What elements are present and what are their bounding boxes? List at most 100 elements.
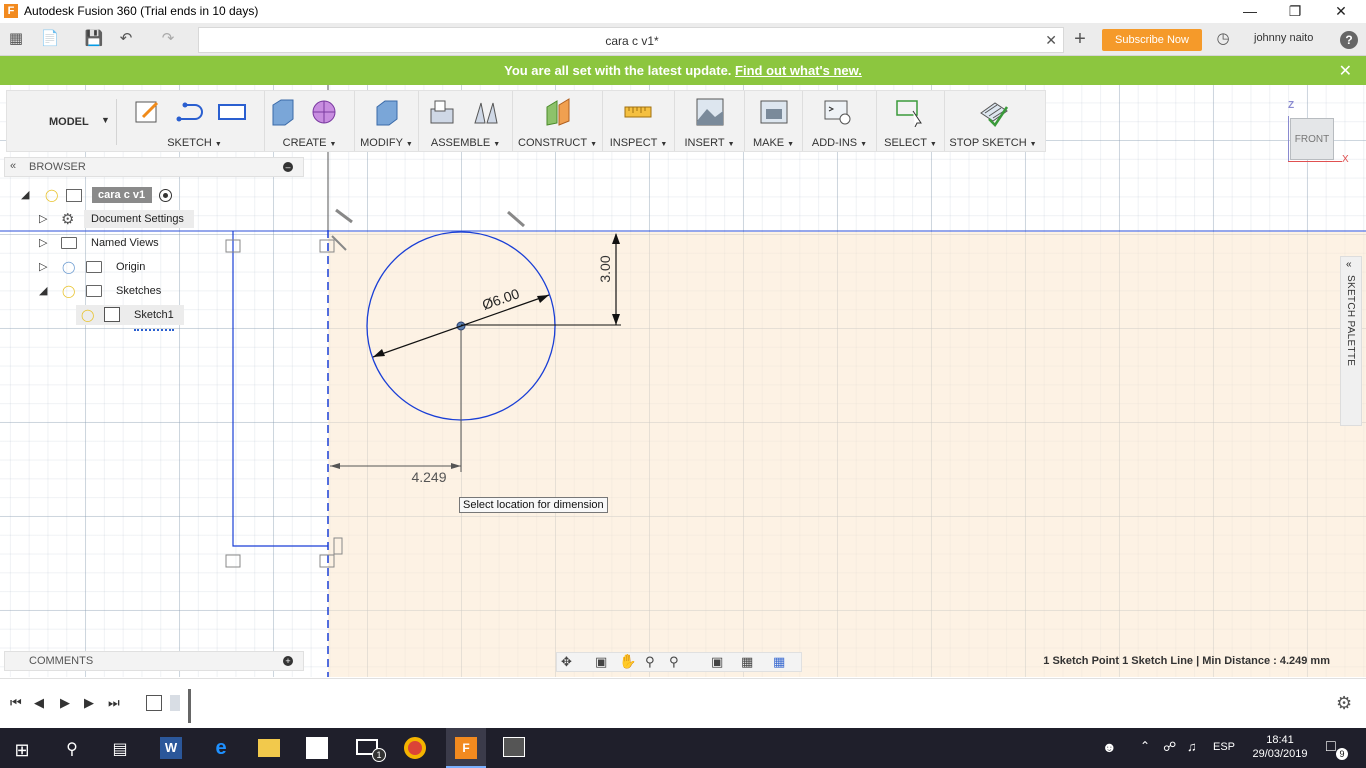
input-language[interactable]: ESP xyxy=(1213,741,1235,753)
fusion-taskbar-active[interactable]: F xyxy=(446,728,486,768)
collapse-triangle-icon[interactable]: ◢ xyxy=(39,284,51,297)
pan-hand-icon[interactable]: ✋ xyxy=(619,653,636,670)
construct-group[interactable]: CONSTRUCT ▼ xyxy=(513,91,603,151)
modify-group[interactable]: MODIFY ▼ xyxy=(355,91,419,151)
create-group[interactable]: CREATE ▼ xyxy=(265,91,355,151)
notifications-icon[interactable]: □ xyxy=(1326,738,1336,756)
view-cube-front-face[interactable]: FRONT xyxy=(1290,118,1334,160)
inspect-group[interactable]: INSPECT ▼ xyxy=(603,91,675,151)
modify-menu-label: MODIFY ▼ xyxy=(360,137,413,149)
addins-group[interactable]: ADD-INS ▼ xyxy=(803,91,877,151)
viewports-icon[interactable]: ▦ xyxy=(773,654,785,670)
dimension-arrow xyxy=(451,463,461,469)
grid-settings-icon[interactable]: ▦ xyxy=(741,654,753,670)
timeline-sketch-feature-icon[interactable] xyxy=(146,695,162,711)
axis-z-label: Z xyxy=(1288,100,1295,111)
make-group[interactable]: MAKE ▼ xyxy=(745,91,803,151)
collapse-panel-icon[interactable]: « xyxy=(10,160,16,172)
visibility-bulb-icon[interactable]: ◯ xyxy=(81,308,94,322)
file-explorer-icon[interactable] xyxy=(258,739,280,757)
dimension-arrow xyxy=(612,314,620,325)
browser-item-document-settings[interactable]: Document Settings xyxy=(91,213,184,235)
browser-item-origin[interactable]: Origin xyxy=(116,261,145,283)
timeline-feature-icon[interactable] xyxy=(170,695,180,711)
browser-root-component[interactable]: cara c v1 xyxy=(92,187,152,203)
go-to-end-icon[interactable]: ⏭ xyxy=(108,695,120,711)
fusion-app-icon: F xyxy=(455,737,477,759)
diameter-dimension-text: Ø6.00 xyxy=(480,285,521,313)
form-icon xyxy=(312,100,336,124)
chrome-app-icon[interactable] xyxy=(404,737,426,759)
expand-triangle-icon[interactable]: ▷ xyxy=(39,212,51,225)
folder-icon xyxy=(61,237,77,249)
go-to-start-icon[interactable]: ⏮ xyxy=(10,695,22,711)
look-at-icon[interactable]: ▣ xyxy=(595,654,607,670)
add-comment-icon[interactable]: + xyxy=(283,656,293,666)
search-icon[interactable]: ⚲ xyxy=(52,732,92,768)
timeline-settings-gear-icon[interactable]: ⚙ xyxy=(1336,693,1352,714)
word-app-icon[interactable]: W xyxy=(160,737,182,759)
create-menu-label: CREATE ▼ xyxy=(282,137,337,149)
workspace-switcher[interactable]: MODEL ▼ xyxy=(17,99,117,145)
visibility-bulb-icon[interactable]: ◯ xyxy=(62,260,75,274)
chevron-down-icon: ▼ xyxy=(101,115,110,125)
edge-app-icon[interactable]: e xyxy=(210,737,232,759)
browser-item-named-views[interactable]: Named Views xyxy=(91,237,159,259)
insert-menu-label: INSERT ▼ xyxy=(684,137,735,149)
zoom-icon[interactable]: ⚲ xyxy=(645,654,655,670)
notification-count-badge: 9 xyxy=(1336,748,1348,760)
step-forward-icon[interactable]: ▶ xyxy=(84,695,94,711)
browser-item-sketch1[interactable]: Sketch1 xyxy=(134,309,174,331)
play-icon[interactable]: ▶ xyxy=(60,695,70,711)
inspect-menu-label: INSPECT ▼ xyxy=(609,137,668,149)
network-icon[interactable]: ☍ xyxy=(1163,739,1176,755)
chevron-down-icon: ▼ xyxy=(214,141,222,148)
sketch-rectangle-edge xyxy=(232,231,328,547)
visibility-bulb-icon[interactable]: ◯ xyxy=(62,284,75,298)
insert-group[interactable]: INSERT ▼ xyxy=(675,91,745,151)
display-settings-icon[interactable]: ▣ xyxy=(711,654,723,670)
browser-item-sketches[interactable]: Sketches xyxy=(116,285,162,307)
stop-sketch-group[interactable]: STOP SKETCH ▼ xyxy=(945,91,1041,151)
volume-icon[interactable]: ♫ xyxy=(1187,739,1197,754)
clock-date: 29/03/2019 xyxy=(1252,748,1308,760)
step-back-icon[interactable]: ◀ xyxy=(34,695,44,711)
photos-app-icon[interactable] xyxy=(503,737,525,757)
folder-icon xyxy=(86,261,102,273)
expand-palette-icon[interactable]: « xyxy=(1346,259,1352,270)
visibility-bulb-icon[interactable]: ◯ xyxy=(45,188,58,202)
task-view-icon[interactable]: ▤ xyxy=(100,732,140,768)
tray-chevron-up-icon[interactable]: ⌃ xyxy=(1140,739,1150,753)
sketch-menu-label: SKETCH ▼ xyxy=(167,137,222,149)
browser-panel-header[interactable]: « BROWSER – xyxy=(4,157,304,177)
sketch-group[interactable]: SKETCH ▼ xyxy=(125,91,265,151)
gear-icon: ⚙ xyxy=(61,211,75,228)
select-group[interactable]: SELECT ▼ xyxy=(877,91,945,151)
system-clock[interactable]: 18:41 29/03/2019 xyxy=(1250,733,1310,761)
people-icon[interactable]: ☻ xyxy=(1102,739,1117,755)
view-cube[interactable]: Z FRONT X xyxy=(1280,96,1350,170)
collapse-triangle-icon[interactable]: ◢ xyxy=(21,188,33,201)
expand-triangle-icon[interactable]: ▷ xyxy=(39,236,51,249)
timeline-marker[interactable] xyxy=(188,689,191,723)
windows-start-icon[interactable]: ⊞ xyxy=(2,732,42,768)
extrude-icon xyxy=(272,99,294,126)
selection-status-text: 1 Sketch Point 1 Sketch Line | Min Dista… xyxy=(1043,655,1330,667)
expand-triangle-icon[interactable]: ▷ xyxy=(39,260,51,273)
axis-x-label: X xyxy=(1342,154,1349,165)
navigation-bar: ✥ ▣ ✋ ⚲ ⚲ ▣ ▦ ▦ xyxy=(556,652,802,672)
store-app-icon[interactable] xyxy=(306,737,328,759)
chevron-down-icon: ▼ xyxy=(929,141,937,148)
collapse-browser-icon[interactable]: – xyxy=(283,162,293,172)
assemble-group[interactable]: ASSEMBLE ▼ xyxy=(419,91,513,151)
component-icon xyxy=(66,189,82,202)
chevron-down-icon: ▼ xyxy=(1029,141,1037,148)
assemble-menu-label: ASSEMBLE ▼ xyxy=(430,137,501,149)
orbit-icon[interactable]: ✥ xyxy=(561,654,572,670)
constraint-glyph xyxy=(507,210,525,228)
comments-panel-header[interactable]: COMMENTS + xyxy=(4,651,304,671)
activate-radio-icon[interactable] xyxy=(159,189,172,202)
zoom-window-icon[interactable]: ⚲ xyxy=(669,654,679,670)
sketch-palette[interactable]: « SKETCH PALETTE xyxy=(1340,256,1362,426)
measure-icon xyxy=(624,106,652,118)
